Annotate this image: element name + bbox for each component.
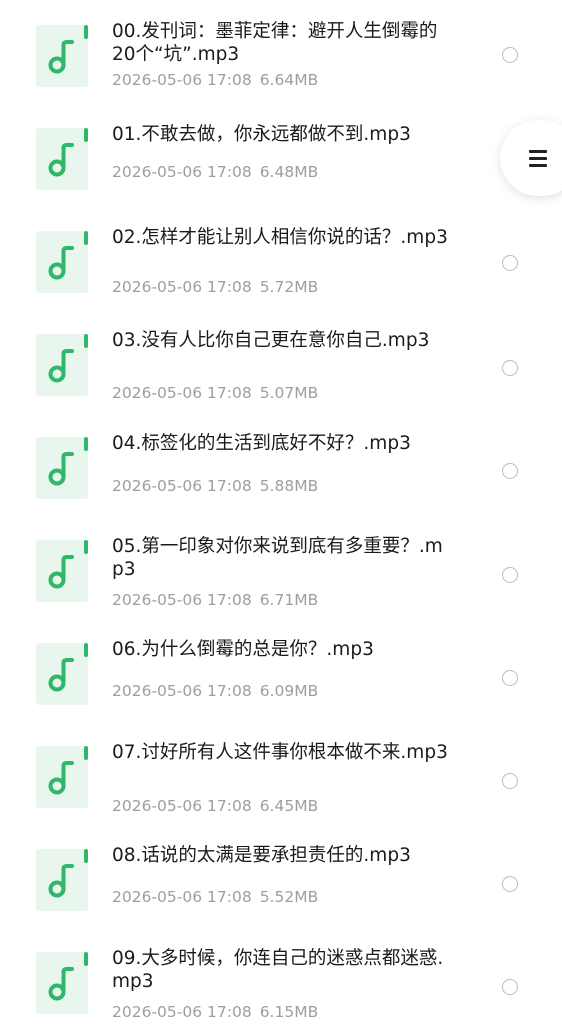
audio-file-icon — [36, 25, 88, 87]
file-row[interactable]: 03.没有人比你自己更在意你自己.mp3 2026-05-06 17:08 5.0… — [0, 309, 562, 412]
file-meta: 2026-05-06 17:08 5.52MB — [112, 887, 318, 907]
audio-file-icon — [36, 952, 88, 1014]
file-date: 2026-05-06 17:08 — [112, 1003, 252, 1021]
file-size: 6.09MB — [259, 682, 319, 700]
file-meta: 2026-05-06 17:08 6.71MB — [112, 590, 318, 610]
file-name: 00.发刊词：墨菲定律：避开人生倒霉的20个“坑”.mp3 — [112, 21, 438, 65]
file-name: 07.讨好所有人这件事你根本做不来.mp3 — [112, 742, 448, 763]
file-meta: 2026-05-06 17:08 5.72MB — [112, 277, 318, 297]
audio-file-icon — [36, 643, 88, 705]
file-meta: 2026-05-06 17:08 5.07MB — [112, 383, 318, 403]
file-name: 04.标签化的生活到底好不好？.mp3 — [112, 433, 411, 454]
select-radio[interactable] — [502, 47, 518, 63]
file-meta: 2026-05-06 17:08 5.88MB — [112, 476, 318, 496]
file-size: 5.07MB — [259, 384, 319, 402]
file-row[interactable]: 06.为什么倒霉的总是你？.mp3 2026-05-06 17:08 6.09MB — [0, 618, 562, 721]
select-radio[interactable] — [502, 876, 518, 892]
file-row[interactable]: 04.标签化的生活到底好不好？.mp3 2026-05-06 17:08 5.88… — [0, 412, 562, 515]
select-radio[interactable] — [502, 567, 518, 583]
audio-file-icon — [36, 128, 88, 190]
file-meta: 2026-05-06 17:08 6.09MB — [112, 681, 318, 701]
file-size: 6.45MB — [259, 797, 319, 815]
file-name: 05.第一印象对你来说到底有多重要？.mp3 — [112, 536, 443, 580]
file-row[interactable]: 09.大多时候，你连自己的迷惑点都迷惑.mp3 2026-05-06 17:08… — [0, 927, 562, 1030]
file-size: 6.48MB — [259, 163, 319, 181]
file-name: 09.大多时候，你连自己的迷惑点都迷惑.mp3 — [112, 948, 444, 992]
file-row[interactable]: 07.讨好所有人这件事你根本做不来.mp3 2026-05-06 17:08 6.… — [0, 721, 562, 824]
file-name: 02.怎样才能让别人相信你说的话？.mp3 — [112, 227, 448, 248]
file-date: 2026-05-06 17:08 — [112, 477, 252, 495]
file-size: 6.71MB — [259, 591, 319, 609]
file-size: 6.15MB — [259, 1003, 319, 1021]
file-date: 2026-05-06 17:08 — [112, 384, 252, 402]
file-name: 08.话说的太满是要承担责任的.mp3 — [112, 845, 411, 866]
audio-file-icon — [36, 334, 88, 396]
file-meta: 2026-05-06 17:08 6.15MB — [112, 1002, 318, 1022]
audio-file-icon — [36, 231, 88, 293]
file-meta: 2026-05-06 17:08 6.48MB — [112, 162, 318, 182]
file-meta: 2026-05-06 17:08 6.64MB — [112, 70, 318, 90]
file-date: 2026-05-06 17:08 — [112, 278, 252, 296]
select-radio[interactable] — [502, 463, 518, 479]
file-row[interactable]: 05.第一印象对你来说到底有多重要？.mp3 2026-05-06 17:08 6… — [0, 515, 562, 618]
file-row[interactable]: 08.话说的太满是要承担责任的.mp3 2026-05-06 17:08 5.52… — [0, 824, 562, 927]
select-radio[interactable] — [502, 773, 518, 789]
audio-file-icon — [36, 437, 88, 499]
file-name: 01.不敢去做，你永远都做不到.mp3 — [112, 124, 411, 145]
file-row[interactable]: 01.不敢去做，你永远都做不到.mp3 2026-05-06 17:08 6.48… — [0, 103, 562, 206]
audio-file-icon — [36, 540, 88, 602]
file-date: 2026-05-06 17:08 — [112, 163, 252, 181]
hamburger-menu-icon — [529, 150, 547, 167]
audio-file-icon — [36, 849, 88, 911]
file-name: 03.没有人比你自己更在意你自己.mp3 — [112, 330, 430, 351]
select-radio[interactable] — [502, 255, 518, 271]
file-size: 5.88MB — [259, 477, 319, 495]
file-date: 2026-05-06 17:08 — [112, 797, 252, 815]
file-date: 2026-05-06 17:08 — [112, 591, 252, 609]
file-date: 2026-05-06 17:08 — [112, 888, 252, 906]
audio-file-icon — [36, 746, 88, 808]
file-name: 06.为什么倒霉的总是你？.mp3 — [112, 639, 374, 660]
file-row[interactable]: 02.怎样才能让别人相信你说的话？.mp3 2026-05-06 17:08 5.… — [0, 206, 562, 309]
select-radio[interactable] — [502, 979, 518, 995]
file-meta: 2026-05-06 17:08 6.45MB — [112, 796, 318, 816]
file-size: 5.72MB — [259, 278, 319, 296]
file-date: 2026-05-06 17:08 — [112, 682, 252, 700]
select-radio[interactable] — [502, 360, 518, 376]
file-size: 5.52MB — [259, 888, 319, 906]
file-size: 6.64MB — [259, 71, 319, 89]
select-radio[interactable] — [502, 670, 518, 686]
file-list: 00.发刊词：墨菲定律：避开人生倒霉的20个“坑”.mp3 2026-05-06… — [0, 0, 562, 1024]
file-row[interactable]: 00.发刊词：墨菲定律：避开人生倒霉的20个“坑”.mp3 2026-05-06… — [0, 0, 562, 103]
file-date: 2026-05-06 17:08 — [112, 71, 252, 89]
